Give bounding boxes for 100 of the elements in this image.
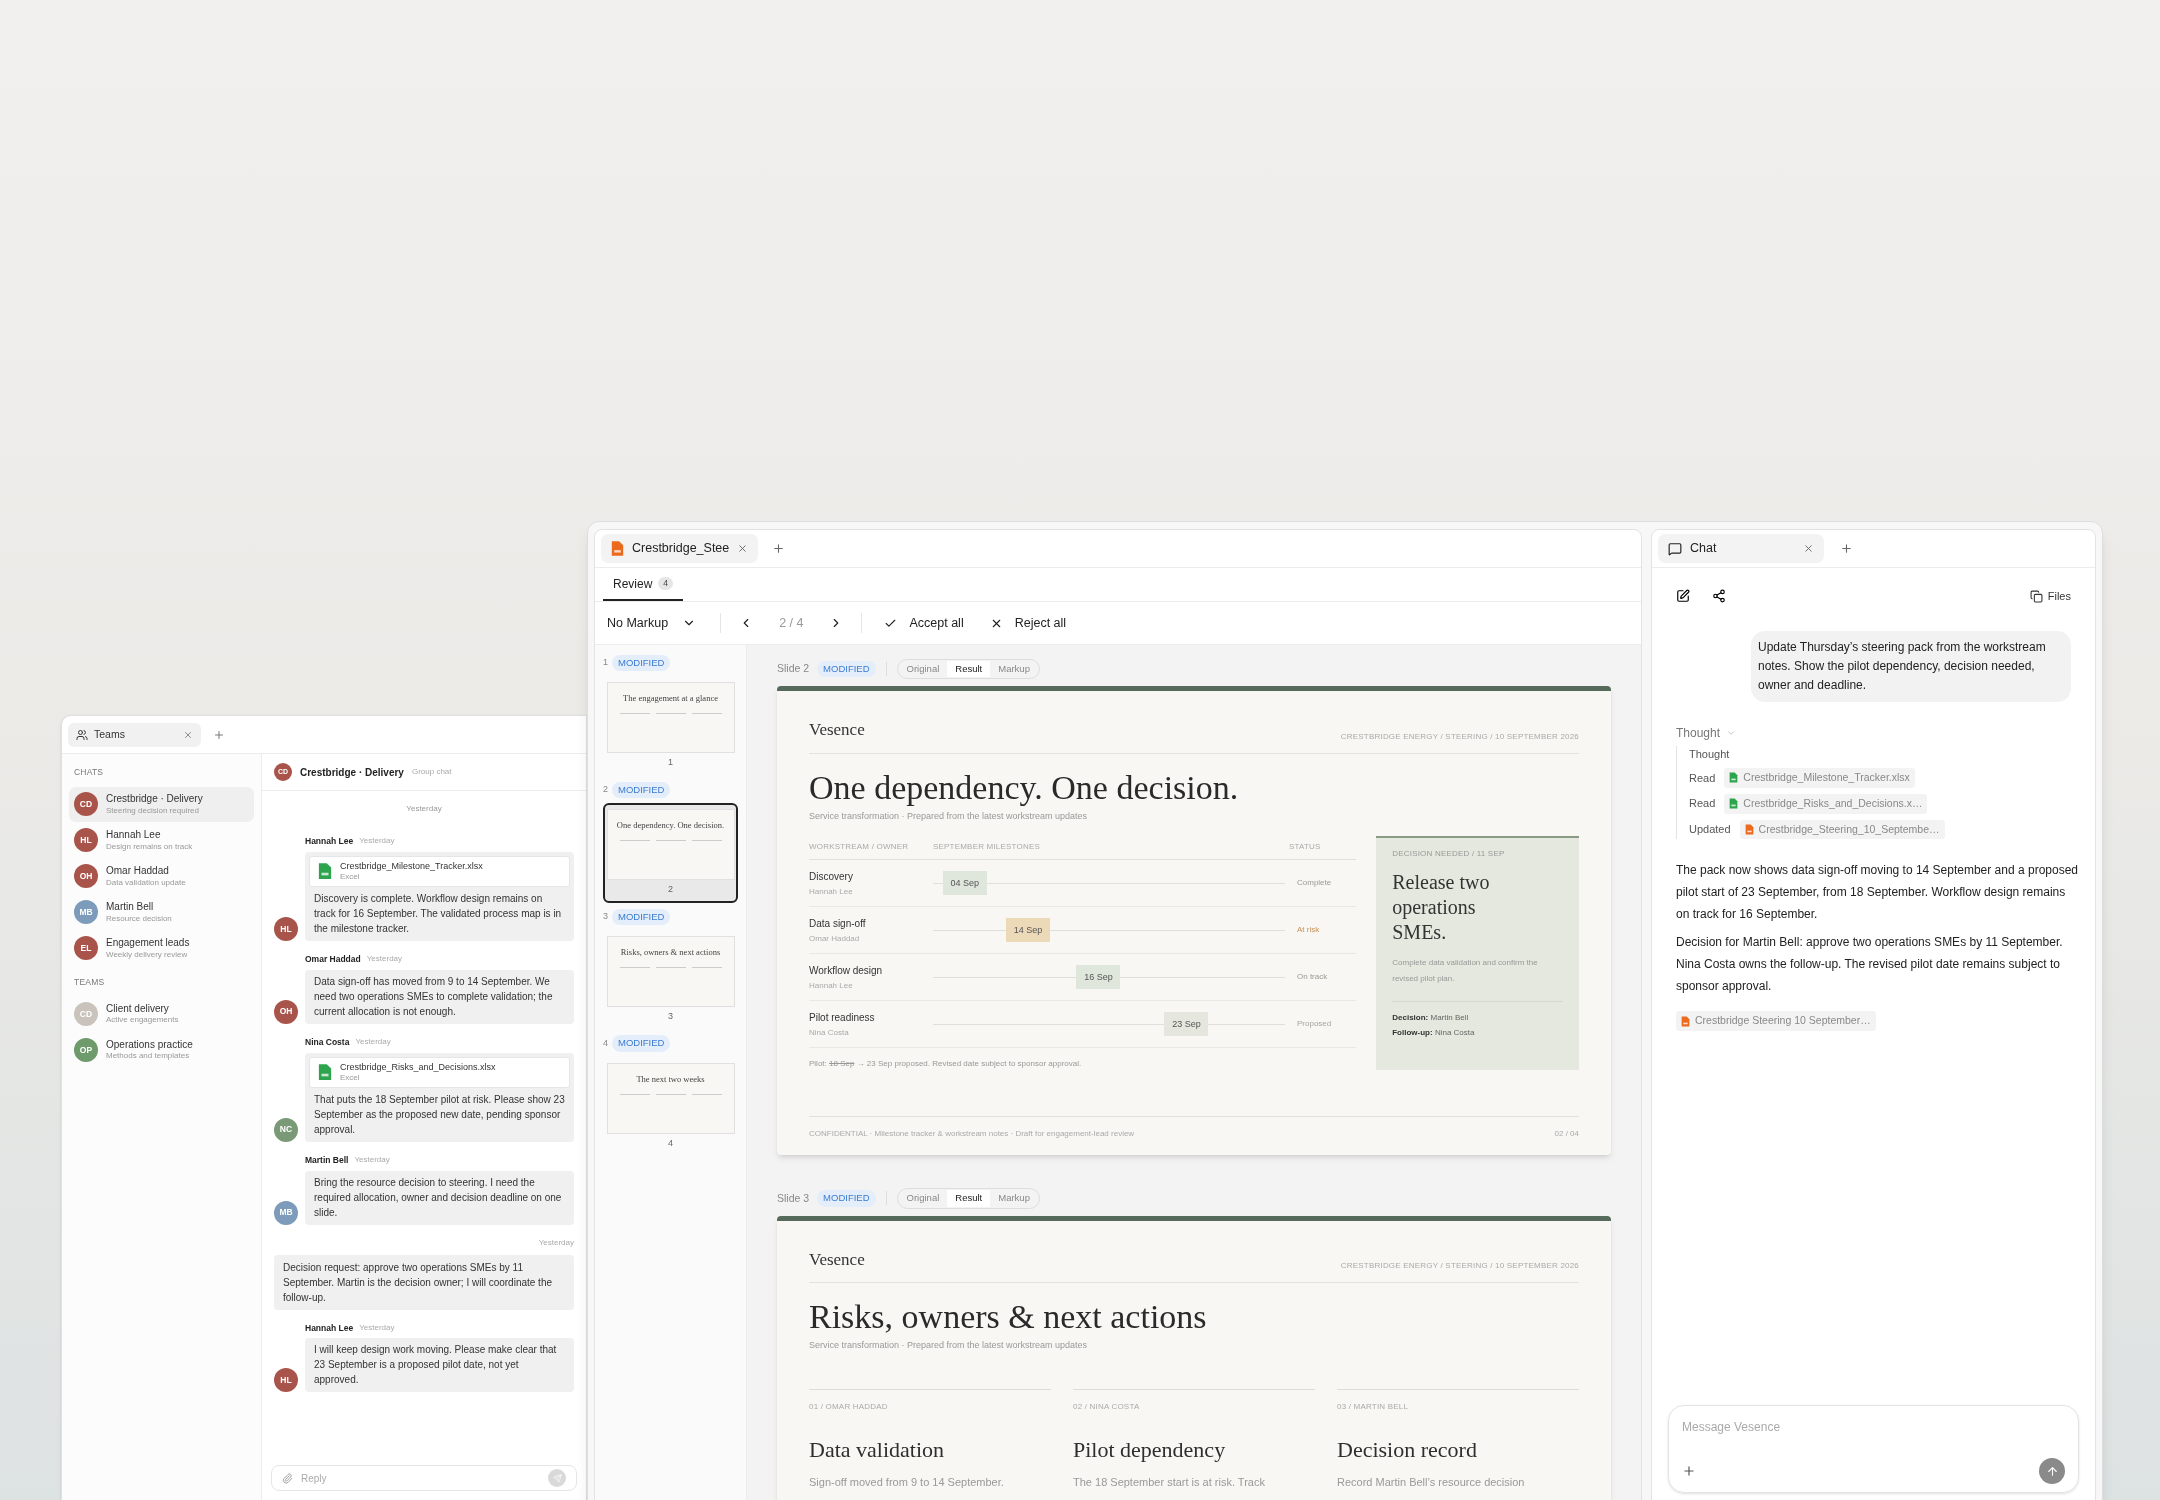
date-divider: Yesterday: [406, 803, 442, 815]
modified-badge: MODIFIED: [612, 655, 671, 672]
close-icon[interactable]: [1803, 543, 1814, 554]
chat-list-item[interactable]: HL Hannah Lee Design remains on track: [69, 822, 254, 858]
message-text: I will keep design work moving. Please make clear that 23 September is a proposed pilot date, not yet approved.: [313, 1343, 558, 1388]
chat-list-item[interactable]: CD Client delivery Active engagements: [69, 996, 254, 1032]
arrow-up-icon: [2045, 1464, 2059, 1478]
milestone-chip: 23 Sep: [1164, 1012, 1209, 1037]
reject-all-button[interactable]: Reject all: [989, 613, 1067, 633]
milestone-chip: 14 Sep: [1006, 918, 1051, 943]
slide-label: Slide 2: [777, 661, 810, 677]
copy-icon: [2029, 589, 2043, 603]
message-time: Yesterday: [538, 1236, 574, 1249]
card-eyebrow: 01 / OMAR HADDAD: [809, 1400, 889, 1413]
slide-title: One dependency. One decision.: [809, 767, 1240, 808]
send-button[interactable]: [2039, 1458, 2065, 1484]
chat-list-item[interactable]: CD Crestbridge · Delivery Steering decision required: [69, 786, 254, 822]
chat-preview: Steering decision required: [106, 805, 200, 816]
add-icon[interactable]: [1682, 1464, 1696, 1478]
spreadsheet-file-icon: [1729, 772, 1739, 784]
chat-preview: Methods and templates: [106, 1051, 191, 1062]
chat-name: Crestbridge · Delivery: [106, 793, 203, 806]
slide-number: 3: [603, 909, 608, 923]
avatar: HL: [274, 1368, 298, 1393]
reply-bar[interactable]: Reply: [271, 1465, 577, 1491]
card-text: Sign-off moved from 9 to 14 September.: [809, 1474, 1005, 1490]
paperclip-icon[interactable]: [282, 1472, 293, 1484]
workstream-owner: Nina Costa: [809, 1026, 850, 1039]
message-author: Martin Bell: [305, 1153, 349, 1167]
slide-thumbnail[interactable]: One dependency. One decision. 2: [603, 803, 738, 903]
chat-list-item[interactable]: OH Omar Haddad Data validation update: [69, 858, 254, 894]
page-number: 02 / 04: [1554, 1128, 1579, 1141]
avatar: EL: [74, 936, 98, 961]
chat-list-item[interactable]: MB Martin Bell Resource decision: [69, 894, 254, 930]
edit-icon[interactable]: [1676, 589, 1690, 604]
composer-panel[interactable]: Message Vesence: [1668, 1405, 2079, 1493]
message-time: Yesterday: [359, 1321, 395, 1334]
chat-list-item[interactable]: OP Operations practice Methods and templates: [69, 1032, 254, 1068]
share-icon[interactable]: [1712, 589, 1726, 604]
conversation-type: Group chat: [411, 766, 452, 778]
workstream-name: Discovery: [809, 869, 854, 884]
chat-preview: Active engagements: [106, 1015, 179, 1026]
message-field[interactable]: Message Vesence: [1682, 1418, 2065, 1436]
message-author: Omar Haddad: [305, 953, 361, 966]
section-heading: TEAMS: [73, 975, 106, 989]
thought-toggle[interactable]: Thought: [1676, 723, 2071, 742]
workstream-owner: Hannah Lee: [809, 979, 854, 992]
card-title: Pilot dependency: [1073, 1435, 1227, 1464]
slide-label: Slide 3: [777, 1190, 810, 1206]
decision-title: Release two operations SMEs.: [1392, 870, 1491, 946]
avatar: MB: [274, 1200, 298, 1225]
slide-title: Risks, owners & next actions: [809, 1297, 1208, 1337]
teams-tab[interactable]: Teams: [68, 722, 201, 747]
slide-subtitle: Service transformation · Prepared from the latest workstream updates: [809, 809, 1089, 823]
document-tab[interactable]: Crestbridge_Stee: [601, 534, 759, 563]
close-icon[interactable]: [183, 729, 193, 740]
new-tab-icon[interactable]: [213, 728, 225, 741]
step-label: Read: [1689, 796, 1716, 812]
markup-dropdown[interactable]: No Markup: [607, 613, 721, 633]
avatar: NC: [274, 1117, 298, 1142]
new-tab-icon[interactable]: [1840, 542, 1853, 555]
close-icon[interactable]: [737, 543, 749, 554]
message-text: Bring the resource decision to steering. I need the required allocation, owner and decision deadline on one slide.: [313, 1175, 563, 1220]
reply-field[interactable]: Reply: [301, 1470, 540, 1486]
chat-preview: Weekly delivery review: [106, 949, 189, 960]
message-time: Yesterday: [355, 1036, 391, 1049]
slide-number: 1: [603, 656, 608, 670]
accept-all-button[interactable]: Accept all: [884, 613, 964, 633]
column-heading: SEPTEMBER MILESTONES: [933, 841, 1041, 854]
conversation-title: Crestbridge · Delivery: [300, 765, 404, 780]
pilot-note: Pilot: 18 Sep → 23 Sep proposed. Revised date subject to sponsor approval.: [809, 1058, 1083, 1071]
view-tab[interactable]: Result: [947, 661, 991, 678]
step-label: Thought: [1689, 746, 1730, 762]
chat-tab[interactable]: Chat: [1658, 534, 1824, 563]
chat-list-item[interactable]: EL Engagement leads Weekly delivery review: [69, 930, 254, 966]
slide-meta: CRESTBRIDGE ENERGY / STEERING / 10 SEPTEMBER 2026: [1340, 1260, 1579, 1272]
view-tab[interactable]: Result: [947, 1190, 991, 1207]
message-text: Discovery is complete. Workflow design remains on track for 16 September. The validated process map is in the milestone tracker.: [313, 892, 563, 936]
message-bubble: Decision request: approve two operations SMEs by 11 September. Martin is the decision owner; I will coordinate the follow-up.: [274, 1254, 574, 1310]
chat-preview: Design remains on track: [106, 841, 193, 852]
decision-detail: Decision: Martin Bell: [1392, 1012, 1470, 1025]
slide-number: 2: [603, 783, 608, 797]
message-time: Yesterday: [354, 1154, 390, 1167]
review-tab[interactable]: Review 4: [603, 568, 684, 601]
card-text: Record Martin Bell’s resource decision: [1337, 1474, 1526, 1490]
workstream-name: Pilot readiness: [809, 1010, 876, 1025]
file-attachment[interactable]: Crestbridge_Milestone_Tracker.xlsx Excel: [309, 855, 570, 887]
file-attachment[interactable]: Crestbridge_Risks_and_Decisions.xlsx Excel: [309, 1056, 570, 1088]
response-paragraph: Decision for Martin Bell: approve two operations SMEs by 11 September. Nina Costa owns the follow-up. The revised pilot date remains subject to sponsor approval.: [1676, 934, 2064, 996]
chat-name: Engagement leads: [106, 937, 190, 950]
files-button[interactable]: Files: [2029, 588, 2071, 605]
new-tab-icon[interactable]: [772, 542, 786, 555]
card-title: Decision record: [1337, 1435, 1478, 1464]
step-label: Read: [1689, 770, 1716, 786]
chat-name: Hannah Lee: [106, 829, 162, 842]
status-label: Complete: [1297, 877, 1332, 890]
slide-meta: CRESTBRIDGE ENERGY / STEERING / 10 SEPTEMBER 2026: [1340, 730, 1579, 743]
message-time: Yesterday: [359, 835, 395, 848]
spreadsheet-file-icon: [1729, 798, 1739, 810]
workstream-name: Data sign-off: [809, 916, 867, 931]
